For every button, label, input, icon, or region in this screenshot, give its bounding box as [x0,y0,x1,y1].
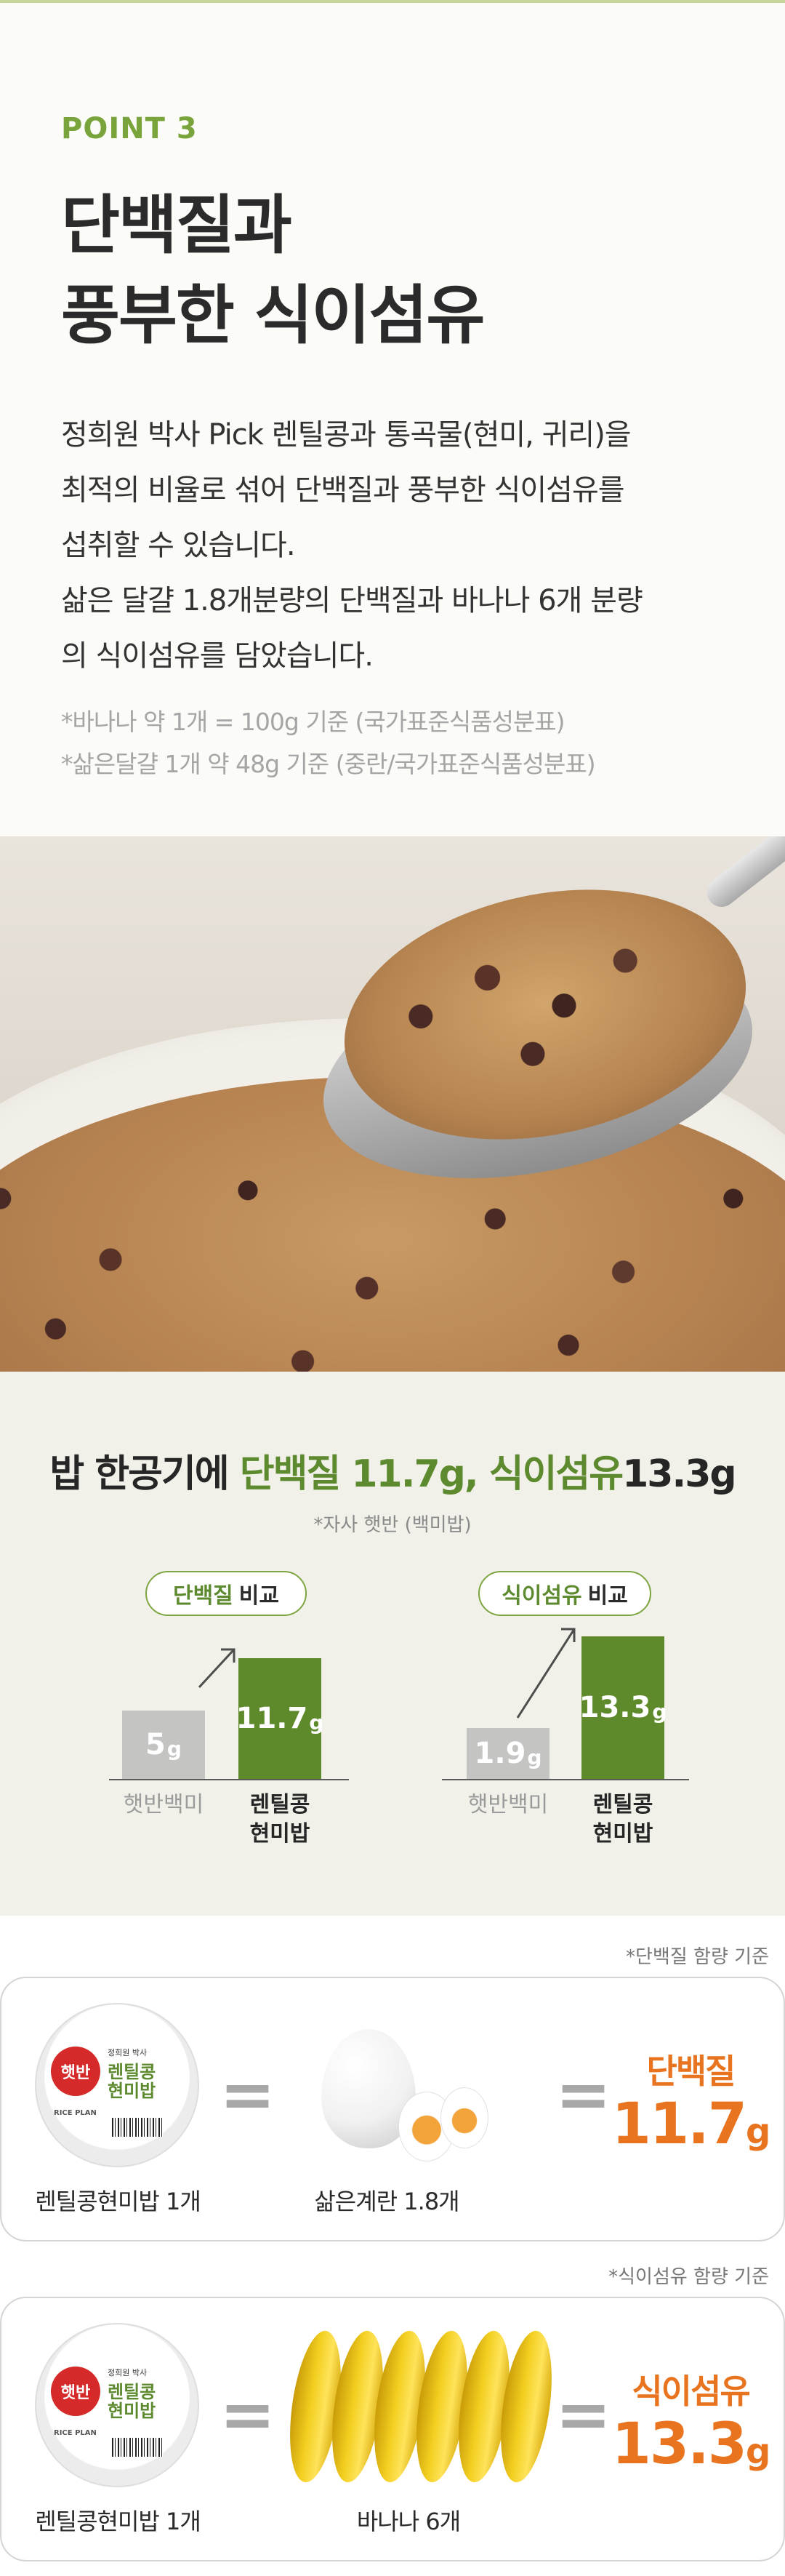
pill-highlight: 단백질 [172,1583,233,1609]
result-value: 11.7g [611,2092,771,2163]
bar-label: 햇반백미 [123,1792,204,1817]
equals-sign: = [220,2375,276,2453]
bar-baseline-protein: 5g [122,1711,205,1779]
footnote: *삶은달걀 1개 약 48g 기준 (중란/국가표준식품성분표) [61,750,596,778]
headline-line: 풍부한 식이섬유 [61,278,485,353]
pill-highlight: 식이섬유 [502,1583,582,1609]
body-line: 최적의 비율로 섞어 단백질과 풍부한 식이섬유를 [61,473,625,507]
bar-value: 1.9 [474,1737,526,1770]
bar-lentil-protein: 11.7 g [236,1658,324,1779]
body-line: 섭취할 수 있습니다. [61,529,296,562]
bar-label-line: 현미밥 [249,1821,310,1847]
bar-label: 렌틸콩 현미밥 [568,1791,677,1849]
title-prefix: 밥 한공기에 [49,1452,240,1496]
result-label: 식이섬유 [632,2372,750,2411]
bar-label-line: 렌틸콩 [592,1792,653,1817]
body-text: 정희원 박사 Pick 렌틸콩과 통곡물(현미, 귀리)을 최적의 비율로 섞어… [61,407,724,684]
barcode-icon [112,2118,163,2137]
brand-badge: 햇반 [51,2047,100,2096]
product-brand: RICE PLAN [54,2429,97,2437]
chart-baseline [442,1779,689,1780]
comparison-title: 밥 한공기에 단백질 11.7g, 식이섬유13.3g [0,1443,785,1497]
intro-section: POINT 3 단백질과 풍부한 식이섬유 정희원 박사 Pick 렌틸콩과 통… [0,3,785,836]
spoon-handle-image [701,836,785,913]
product-label: 렌틸콩현미밥 1개 [35,2508,201,2535]
product-name-line: 렌틸콩 [108,2382,156,2402]
product-maker: 정희원 박사 [108,2048,148,2057]
item-label: 삶은계란 1.8개 [314,2188,459,2215]
equals-sign: = [555,2375,612,2453]
product-name-line: 현미밥 [108,2081,156,2101]
equals-sign: = [555,2055,612,2133]
product-name-line: 현미밥 [108,2401,156,2421]
bar-baseline-fiber: 1.9 g [467,1728,550,1779]
bar-label: 햇반백미 [467,1792,549,1817]
item-label: 바나나 6개 [356,2508,461,2535]
product-detail-page: POINT 3 단백질과 풍부한 식이섬유 정희원 박사 Pick 렌틸콩과 통… [0,0,785,2576]
egg-half-icon [440,2087,488,2148]
title-suffix: 13.3g [622,1452,737,1496]
bar-unit: g [652,1699,667,1724]
equivalence-section: *단백질 함량 기준 햇반 정희원 박사 렌틸콩 현미밥 RICE PLAN 렌… [0,1916,785,2576]
protein-equivalence-card: 햇반 정희원 박사 렌틸콩 현미밥 RICE PLAN 렌틸콩현미밥 1개 = … [0,1977,785,2241]
result-value: 13.3g [611,2412,771,2483]
body-line: 의 식이섬유를 담았습니다. [61,639,374,673]
body-line: 삶은 달걀 1.8개분량의 단백질과 바나나 6개 분량 [61,584,643,617]
pill-text: 비교 [587,1583,628,1609]
body-line: 정희원 박사 Pick 렌틸콩과 통곡물(현미, 귀리)을 [61,418,632,452]
bar-value: 13.3 [579,1691,651,1724]
result-unit: g [746,2431,770,2472]
product-name: 렌틸콩 현미밥 [108,2383,156,2420]
product-name: 렌틸콩 현미밥 [108,2063,156,2100]
bar-label: 렌틸콩 현미밥 [225,1791,334,1849]
bar-value: 5 [145,1728,166,1761]
headline: 단백질과 풍부한 식이섬유 [61,180,724,361]
result-number: 13.3 [611,2412,747,2477]
result-number: 11.7 [611,2092,747,2157]
basis-note: *단백질 함량 기준 [626,1946,769,1968]
product-tub-image: 햇반 정희원 박사 렌틸콩 현미밥 RICE PLAN [35,2323,199,2487]
bar-unit: g [166,1736,182,1761]
footnotes: *바나나 약 1개 = 100g 기준 (국가표준식품성분표) *삶은달걀 1개… [61,701,724,785]
footnote: *바나나 약 1개 = 100g 기준 (국가표준식품성분표) [61,708,565,736]
bar-label-line: 렌틸콩 [249,1792,310,1817]
bar-unit: g [527,1745,542,1769]
product-name-line: 렌틸콩 [108,2062,156,2082]
result-label: 단백질 [646,2052,736,2091]
basis-note: *식이섬유 함량 기준 [608,2266,769,2288]
chart-baseline [109,1779,349,1780]
bar-value: 11.7 [236,1702,308,1735]
barcode-icon [112,2438,163,2457]
increase-arrow-icon [198,1648,236,1689]
protein-result: 단백질 11.7g [611,2045,771,2163]
fiber-compare-pill: 식이섬유 비교 [478,1571,651,1616]
fiber-equivalence-card: 햇반 정희원 박사 렌틸콩 현미밥 RICE PLAN 렌틸콩현미밥 1개 = … [0,2297,785,2561]
comparison-subtitle: *자사 햇반 (백미밥) [313,1514,472,1536]
brand-badge: 햇반 [51,2367,100,2416]
result-unit: g [746,2111,770,2152]
point-label: POINT 3 [61,112,198,145]
bar-lentil-fiber: 13.3 g [579,1636,667,1779]
pill-text: 비교 [238,1583,279,1609]
product-label: 렌틸콩현미밥 1개 [35,2188,201,2215]
fiber-result: 식이섬유 13.3g [611,2365,771,2483]
product-brand: RICE PLAN [54,2109,97,2117]
bar-label-line: 현미밥 [592,1821,653,1847]
equals-sign: = [220,2055,276,2133]
bar-unit: g [309,1710,324,1735]
product-tub-image: 햇반 정희원 박사 렌틸콩 현미밥 RICE PLAN [35,2003,199,2167]
food-photo [0,836,785,1372]
headline-line: 단백질과 [61,188,292,263]
product-maker: 정희원 박사 [108,2368,148,2377]
increase-arrow-icon [516,1628,576,1719]
nutrition-comparison: 밥 한공기에 단백질 11.7g, 식이섬유13.3g *자사 햇반 (백미밥)… [0,1372,785,1916]
title-highlight: 단백질 11.7g, 식이섬유 [239,1452,624,1496]
protein-compare-pill: 단백질 비교 [145,1571,307,1616]
